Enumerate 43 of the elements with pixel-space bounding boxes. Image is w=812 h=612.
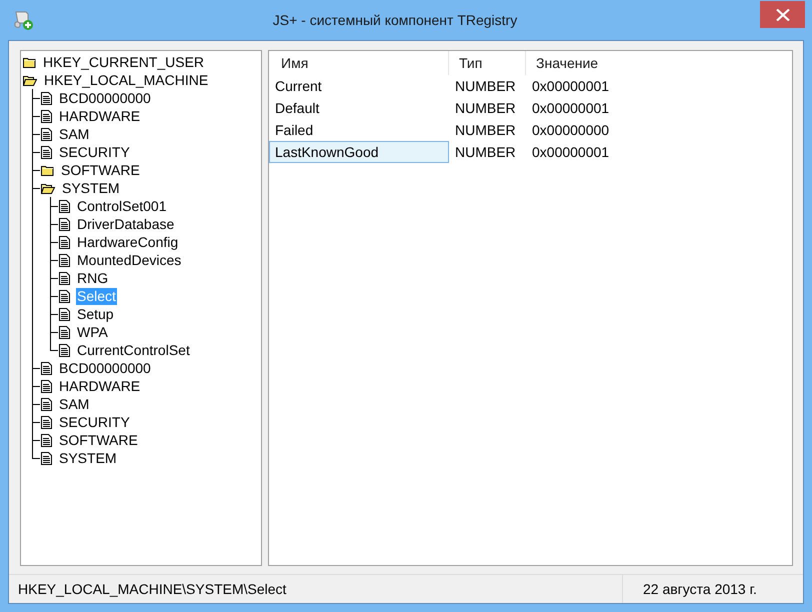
tree-item[interactable]: SYSTEM bbox=[61, 180, 121, 196]
tree-item[interactable]: SOFTWARE bbox=[58, 432, 139, 448]
table-cell-text: NUMBER bbox=[454, 99, 517, 118]
tree-item[interactable]: SECURITY bbox=[58, 414, 131, 430]
status-path: HKEY_LOCAL_MACHINE\SYSTEM\Select bbox=[17, 580, 288, 599]
tree-item[interactable]: HKEY_LOCAL_MACHINE bbox=[43, 72, 210, 88]
table-cell-text: NUMBER bbox=[454, 77, 517, 96]
tree-item[interactable]: MountedDevices bbox=[76, 252, 182, 268]
name-cell[interactable]: LastKnownGood bbox=[269, 141, 449, 163]
table-cell-text: NUMBER bbox=[454, 121, 517, 140]
tree-item[interactable]: SAM bbox=[58, 126, 90, 142]
tree-item[interactable]: ControlSet001 bbox=[76, 198, 168, 214]
column-header[interactable]: Тип bbox=[449, 51, 526, 75]
tree-item[interactable]: SECURITY bbox=[58, 144, 131, 160]
tree-item[interactable]: SOFTWARE bbox=[60, 162, 141, 178]
tree-item[interactable]: SAM bbox=[58, 396, 90, 412]
column-header[interactable]: Имя bbox=[269, 51, 449, 75]
tree-item[interactable]: RNG bbox=[76, 270, 110, 286]
tree-item[interactable]: CurrentControlSet bbox=[76, 342, 191, 358]
table-cell-text: 0x00000001 bbox=[531, 77, 610, 96]
tree-item[interactable]: HardwareConfig bbox=[76, 234, 180, 250]
tree-item[interactable]: HARDWARE bbox=[58, 108, 142, 124]
table-cell-text: 0x00000001 bbox=[531, 143, 610, 162]
tree-item[interactable]: SYSTEM bbox=[58, 450, 118, 466]
table-cell-text: 0x00000001 bbox=[531, 99, 610, 118]
close-icon bbox=[776, 8, 790, 20]
tree-item[interactable]: BCD00000000 bbox=[58, 360, 152, 376]
window-title: JS+ - системный компонент TRegistry bbox=[272, 12, 518, 28]
tree-item[interactable]: BCD00000000 bbox=[58, 90, 152, 106]
status-date: 22 августа 2013 г. bbox=[622, 575, 803, 603]
close-button[interactable] bbox=[760, 1, 805, 28]
name-cell[interactable]: Failed bbox=[269, 119, 449, 141]
tree-item[interactable]: HARDWARE bbox=[58, 378, 142, 394]
name-cell[interactable]: Current bbox=[269, 75, 449, 97]
table-cell-text: 0x00000000 bbox=[531, 121, 610, 140]
scroll-plus-icon bbox=[12, 9, 34, 31]
table-cell-text: NUMBER bbox=[454, 143, 517, 162]
tree-item[interactable]: HKEY_CURRENT_USER bbox=[42, 54, 206, 70]
column-header[interactable]: Значение bbox=[526, 51, 792, 75]
name-cell[interactable]: Default bbox=[269, 97, 449, 119]
tree-item[interactable]: WPA bbox=[76, 324, 109, 340]
tree-item[interactable]: DriverDatabase bbox=[76, 216, 176, 232]
tree-item[interactable]: Setup bbox=[76, 306, 115, 322]
